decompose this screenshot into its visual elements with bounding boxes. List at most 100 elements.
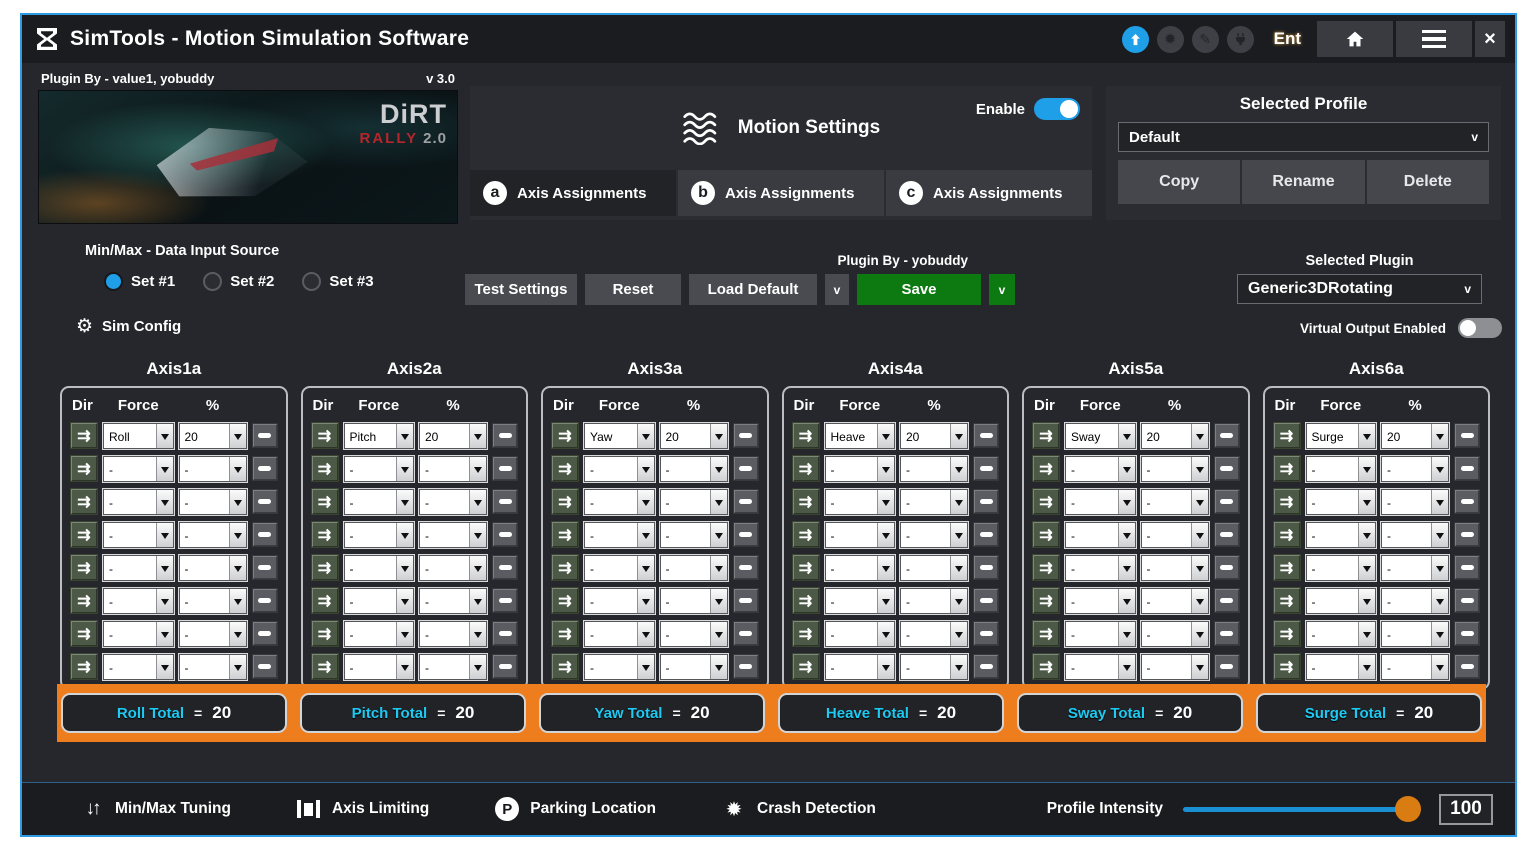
dropdown-arrow-icon[interactable]	[1431, 622, 1448, 646]
direction-button[interactable]: ⇉	[70, 422, 98, 449]
dropdown-arrow-icon[interactable]	[877, 490, 894, 514]
direction-button[interactable]: ⇉	[792, 521, 820, 548]
remove-row-button[interactable]	[973, 621, 999, 646]
dropdown-arrow-icon[interactable]	[156, 622, 173, 646]
force-select[interactable]: -	[1065, 654, 1136, 680]
direction-button[interactable]: ⇉	[311, 587, 339, 614]
profile-copy-button[interactable]: Copy	[1118, 160, 1240, 204]
percent-select[interactable]: -	[179, 621, 247, 647]
load-default-button[interactable]: Load Default	[689, 274, 817, 305]
force-select[interactable]: -	[1306, 456, 1377, 482]
dropdown-arrow-icon[interactable]	[877, 589, 894, 613]
percent-select[interactable]: -	[1141, 588, 1209, 614]
remove-row-button[interactable]	[733, 588, 759, 613]
remove-row-button[interactable]	[252, 423, 278, 448]
remove-row-button[interactable]	[252, 621, 278, 646]
direction-button[interactable]: ⇉	[70, 488, 98, 515]
percent-select[interactable]: -	[419, 654, 487, 680]
remove-row-button[interactable]	[1454, 621, 1480, 646]
percent-select[interactable]: -	[660, 654, 728, 680]
percent-select[interactable]: -	[1381, 555, 1449, 581]
direction-button[interactable]: ⇉	[551, 620, 579, 647]
dropdown-arrow-icon[interactable]	[637, 424, 654, 448]
percent-select[interactable]: 20	[660, 423, 728, 449]
direction-button[interactable]: ⇉	[311, 455, 339, 482]
dropdown-arrow-icon[interactable]	[469, 556, 486, 580]
percent-select[interactable]: -	[179, 654, 247, 680]
percent-select[interactable]: -	[179, 489, 247, 515]
direction-button[interactable]: ⇉	[1032, 455, 1060, 482]
dropdown-arrow-icon[interactable]	[637, 622, 654, 646]
parking-location-button[interactable]: P Parking Location	[495, 797, 656, 821]
remove-row-button[interactable]	[733, 654, 759, 679]
direction-button[interactable]: ⇉	[70, 620, 98, 647]
remove-row-button[interactable]	[252, 588, 278, 613]
force-select[interactable]: -	[825, 588, 896, 614]
dropdown-arrow-icon[interactable]	[229, 523, 246, 547]
remove-row-button[interactable]	[733, 489, 759, 514]
dropdown-arrow-icon[interactable]	[469, 457, 486, 481]
remove-row-button[interactable]	[1454, 555, 1480, 580]
dropdown-arrow-icon[interactable]	[1431, 424, 1448, 448]
force-select[interactable]: -	[344, 456, 415, 482]
dropdown-arrow-icon[interactable]	[950, 655, 967, 679]
percent-select[interactable]: -	[900, 588, 968, 614]
direction-button[interactable]: ⇉	[1032, 422, 1060, 449]
percent-select[interactable]: -	[1141, 489, 1209, 515]
percent-select[interactable]: -	[1141, 456, 1209, 482]
percent-select[interactable]: 20	[900, 423, 968, 449]
dropdown-arrow-icon[interactable]	[229, 457, 246, 481]
direction-button[interactable]: ⇉	[1032, 653, 1060, 680]
remove-row-button[interactable]	[252, 456, 278, 481]
direction-button[interactable]: ⇉	[1032, 620, 1060, 647]
remove-row-button[interactable]	[973, 489, 999, 514]
dropdown-arrow-icon[interactable]	[1118, 589, 1135, 613]
dropdown-arrow-icon[interactable]	[710, 589, 727, 613]
direction-button[interactable]: ⇉	[551, 587, 579, 614]
force-select[interactable]: -	[825, 456, 896, 482]
direction-button[interactable]: ⇉	[311, 554, 339, 581]
dropdown-arrow-icon[interactable]	[637, 523, 654, 547]
dropdown-arrow-icon[interactable]	[1358, 589, 1375, 613]
remove-row-button[interactable]	[1214, 423, 1240, 448]
percent-select[interactable]: -	[1381, 489, 1449, 515]
dropdown-arrow-icon[interactable]	[1191, 622, 1208, 646]
force-select[interactable]: Surge	[1306, 423, 1377, 449]
crash-icon[interactable]: ✹	[1157, 26, 1184, 53]
dropdown-arrow-icon[interactable]	[637, 556, 654, 580]
crash-detection-button[interactable]: ✹ Crash Detection	[722, 797, 876, 822]
percent-select[interactable]: -	[179, 555, 247, 581]
remove-row-button[interactable]	[252, 522, 278, 547]
force-select[interactable]: -	[103, 489, 174, 515]
dropdown-arrow-icon[interactable]	[469, 424, 486, 448]
force-select[interactable]: -	[1306, 555, 1377, 581]
dropdown-arrow-icon[interactable]	[156, 556, 173, 580]
force-select[interactable]: -	[584, 654, 655, 680]
input-source-radio-1[interactable]: Set #1	[104, 272, 175, 291]
dropdown-arrow-icon[interactable]	[396, 490, 413, 514]
direction-button[interactable]: ⇉	[311, 620, 339, 647]
percent-select[interactable]: -	[900, 489, 968, 515]
remove-row-button[interactable]	[973, 522, 999, 547]
dropdown-arrow-icon[interactable]	[950, 523, 967, 547]
direction-button[interactable]: ⇉	[792, 455, 820, 482]
dropdown-arrow-icon[interactable]	[950, 622, 967, 646]
home-button[interactable]	[1317, 21, 1393, 57]
remove-row-button[interactable]	[1454, 588, 1480, 613]
dropdown-arrow-icon[interactable]	[156, 424, 173, 448]
percent-select[interactable]: -	[660, 588, 728, 614]
dropdown-arrow-icon[interactable]	[1118, 523, 1135, 547]
dropdown-arrow-icon[interactable]	[156, 490, 173, 514]
force-select[interactable]: -	[584, 456, 655, 482]
dropdown-arrow-icon[interactable]	[229, 589, 246, 613]
remove-row-button[interactable]	[1454, 489, 1480, 514]
percent-select[interactable]: -	[900, 555, 968, 581]
percent-select[interactable]: -	[900, 654, 968, 680]
dropdown-arrow-icon[interactable]	[1358, 424, 1375, 448]
direction-button[interactable]: ⇉	[551, 455, 579, 482]
force-select[interactable]: -	[1065, 522, 1136, 548]
remove-row-button[interactable]	[973, 654, 999, 679]
tab-axis-assignments-c[interactable]: c Axis Assignments	[886, 170, 1092, 216]
force-select[interactable]: -	[584, 588, 655, 614]
direction-button[interactable]: ⇉	[311, 422, 339, 449]
